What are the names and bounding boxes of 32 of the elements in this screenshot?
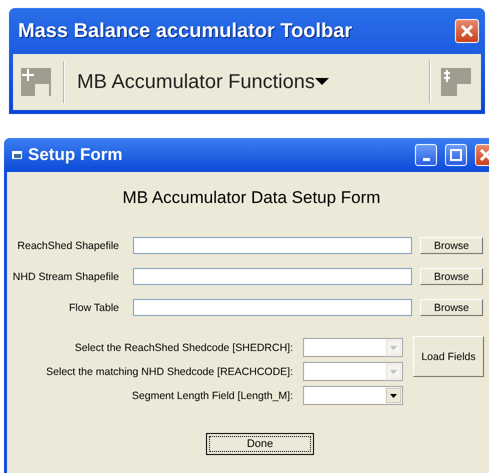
field-label: Select the matching NHD Shedcode [REACHCODE]: <box>45 366 293 378</box>
field-label: Flow Table <box>68 302 119 314</box>
field-label: ReachShed Shapefile <box>16 240 119 252</box>
load-fields-button[interactable]: Load Fields <box>413 336 484 377</box>
done-button[interactable]: Done <box>206 433 314 455</box>
input-field[interactable] <box>133 299 412 316</box>
browse-button[interactable]: Browse <box>420 237 483 254</box>
minimize-button[interactable] <box>415 144 437 166</box>
tool-icon <box>441 66 473 98</box>
field-label: Select the ReachShed Shedcode [SHEDRCH]: <box>74 342 293 354</box>
dropdown-arrow-icon <box>386 364 401 379</box>
maximize-button[interactable] <box>445 144 467 166</box>
close-icon <box>480 149 489 161</box>
window-icon <box>12 151 22 159</box>
browse-button[interactable]: Browse <box>420 268 483 285</box>
dropdown-arrow-icon <box>386 388 401 403</box>
field-label: NHD Stream Shapefile <box>12 270 119 282</box>
caret-icon <box>314 78 329 86</box>
close-button[interactable] <box>455 19 479 43</box>
input-field[interactable] <box>133 237 412 254</box>
dropdown-field[interactable] <box>303 386 403 405</box>
window-title: Setup Form <box>28 145 124 165</box>
window-title: Mass Balance accumulator Toolbar <box>18 20 352 42</box>
minimize-icon <box>422 158 430 160</box>
field-label: Segment Length Field [Length_M]: <box>130 390 293 402</box>
maximize-icon <box>450 149 462 161</box>
dropdown-arrow-icon <box>386 340 401 355</box>
input-field[interactable] <box>133 268 412 285</box>
browse-button[interactable]: Browse <box>420 299 483 316</box>
tool-icon <box>21 66 53 98</box>
form-heading: MB Accumulator Data Setup Form <box>122 188 382 208</box>
close-icon <box>460 24 474 38</box>
